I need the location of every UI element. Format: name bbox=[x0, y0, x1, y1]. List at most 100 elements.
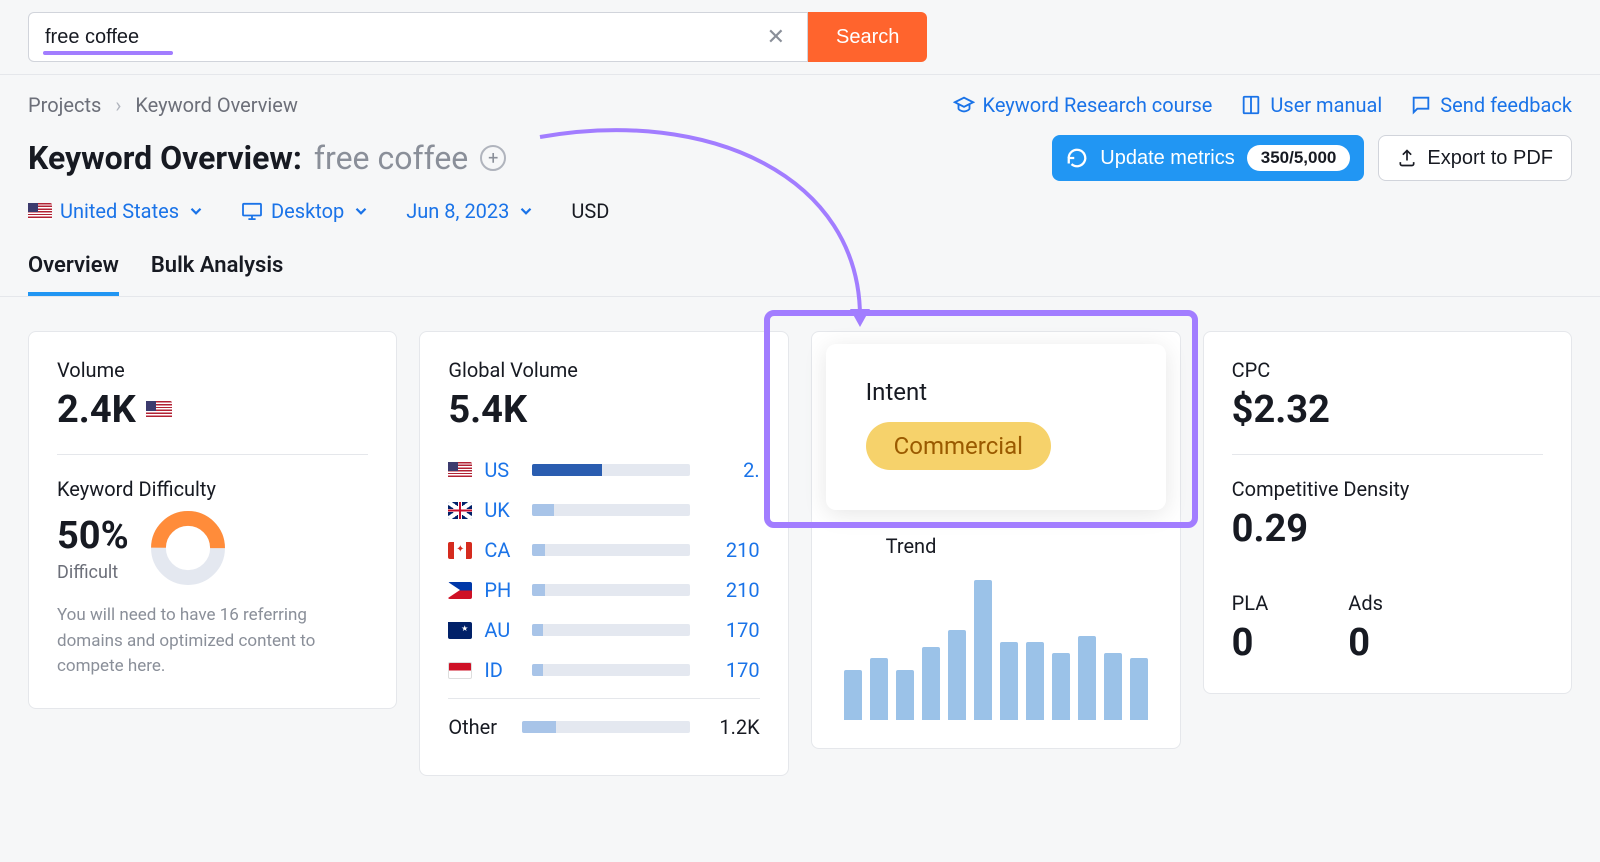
flag-us-icon bbox=[28, 203, 52, 220]
trend-bar bbox=[1052, 653, 1070, 720]
volume-bar bbox=[532, 624, 689, 636]
flag-id-icon bbox=[448, 662, 472, 679]
volume-card: Volume 2.4K Keyword Difficulty 50% Diffi… bbox=[28, 331, 397, 709]
pla-label: PLA bbox=[1232, 591, 1269, 615]
global-volume-row[interactable]: US 2. bbox=[448, 450, 759, 490]
trend-bar bbox=[1104, 653, 1122, 720]
trend-chart bbox=[840, 570, 1152, 720]
intent-panel: Intent Commercial bbox=[826, 344, 1166, 510]
global-volume-label: Global Volume bbox=[448, 358, 759, 382]
cpc-value: $2.32 bbox=[1232, 388, 1543, 432]
clear-icon[interactable]: ✕ bbox=[761, 25, 791, 50]
search-input-wrap[interactable]: ✕ bbox=[28, 12, 808, 62]
chevron-down-icon bbox=[517, 202, 535, 220]
competitive-density-label: Competitive Density bbox=[1232, 477, 1543, 501]
cpc-label: CPC bbox=[1232, 358, 1543, 382]
volume-bar bbox=[532, 544, 689, 556]
trend-label: Trend bbox=[886, 534, 1152, 558]
breadcrumb-root[interactable]: Projects bbox=[28, 93, 101, 117]
cpc-card: CPC $2.32 Competitive Density 0.29 PLA 0… bbox=[1203, 331, 1572, 694]
ads-value: 0 bbox=[1348, 621, 1383, 665]
flag-us-icon bbox=[146, 401, 172, 419]
desktop-icon bbox=[241, 202, 263, 220]
keyword-research-course-link[interactable]: Keyword Research course bbox=[953, 93, 1213, 117]
volume-value: 1.2K bbox=[702, 715, 760, 739]
global-volume-row[interactable]: UK bbox=[448, 490, 759, 530]
country-code: CA bbox=[484, 538, 520, 562]
volume-value: 210 bbox=[702, 538, 760, 562]
update-metrics-button[interactable]: Update metrics 350/5,000 bbox=[1052, 135, 1364, 181]
global-volume-other-row: Other1.2K bbox=[448, 698, 759, 747]
flag-ph-icon bbox=[448, 582, 472, 599]
country-code: PH bbox=[484, 578, 520, 602]
kd-difficulty: Difficult bbox=[57, 562, 129, 583]
chat-icon bbox=[1410, 94, 1432, 116]
export-pdf-button[interactable]: Export to PDF bbox=[1378, 135, 1572, 181]
breadcrumb: Projects › Keyword Overview bbox=[28, 93, 298, 117]
breadcrumb-current: Keyword Overview bbox=[135, 93, 298, 117]
trend-bar bbox=[948, 630, 966, 720]
trend-bar bbox=[896, 670, 914, 720]
kd-value: 50% bbox=[57, 514, 129, 558]
search-highlight-underline bbox=[43, 51, 173, 55]
intent-trend-card: Intent Commercial Trend bbox=[811, 331, 1181, 749]
global-volume-row[interactable]: CA 210 bbox=[448, 530, 759, 570]
global-volume-row[interactable]: AU 170 bbox=[448, 610, 759, 650]
chevron-down-icon bbox=[187, 202, 205, 220]
add-keyword-button[interactable]: + bbox=[480, 145, 506, 171]
send-feedback-link[interactable]: Send feedback bbox=[1410, 93, 1572, 117]
flag-au-icon bbox=[448, 622, 472, 639]
volume-bar bbox=[532, 664, 689, 676]
tab-overview[interactable]: Overview bbox=[28, 243, 119, 296]
user-manual-link[interactable]: User manual bbox=[1240, 93, 1382, 117]
graduation-cap-icon bbox=[953, 94, 975, 116]
volume-bar bbox=[532, 464, 689, 476]
search-input[interactable] bbox=[45, 26, 761, 49]
trend-bar bbox=[1000, 642, 1018, 720]
volume-value: 170 bbox=[702, 618, 760, 642]
intent-value-pill: Commercial bbox=[866, 422, 1051, 470]
global-volume-value: 5.4K bbox=[448, 388, 759, 432]
book-icon bbox=[1240, 94, 1262, 116]
device-filter[interactable]: Desktop bbox=[241, 199, 370, 223]
trend-bar bbox=[974, 580, 992, 720]
volume-value: 170 bbox=[702, 658, 760, 682]
tab-bulk-analysis[interactable]: Bulk Analysis bbox=[151, 243, 284, 296]
page-title-keyword: free coffee bbox=[314, 139, 468, 177]
intent-label: Intent bbox=[866, 378, 1126, 406]
update-metrics-counter: 350/5,000 bbox=[1247, 145, 1351, 171]
trend-bar bbox=[844, 670, 862, 720]
country-filter[interactable]: United States bbox=[28, 199, 205, 223]
flag-us-icon bbox=[448, 462, 472, 479]
upload-icon bbox=[1397, 148, 1417, 168]
page-title-label: Keyword Overview: bbox=[28, 139, 302, 177]
search-button[interactable]: Search bbox=[808, 12, 927, 62]
country-code: AU bbox=[484, 618, 520, 642]
trend-bar bbox=[1026, 642, 1044, 720]
pla-value: 0 bbox=[1232, 621, 1269, 665]
volume-label: Volume bbox=[57, 358, 368, 382]
flag-uk-icon bbox=[448, 502, 472, 519]
trend-bar bbox=[922, 647, 940, 720]
date-filter[interactable]: Jun 8, 2023 bbox=[406, 199, 535, 223]
volume-value: 2.4K bbox=[57, 388, 136, 432]
trend-bar bbox=[870, 658, 888, 720]
trend-bar bbox=[1130, 658, 1148, 720]
kd-donut-chart bbox=[149, 509, 227, 587]
competitive-density-value: 0.29 bbox=[1232, 507, 1543, 551]
trend-bar bbox=[1078, 636, 1096, 720]
volume-value: 2. bbox=[702, 458, 760, 482]
volume-bar bbox=[522, 721, 689, 733]
country-code: ID bbox=[484, 658, 520, 682]
global-volume-row[interactable]: ID 170 bbox=[448, 650, 759, 690]
volume-value: 210 bbox=[702, 578, 760, 602]
kd-label: Keyword Difficulty bbox=[57, 477, 368, 501]
kd-description: You will need to have 16 referring domai… bbox=[57, 603, 368, 680]
country-code: UK bbox=[484, 498, 520, 522]
chevron-right-icon: › bbox=[115, 93, 121, 117]
currency-label: USD bbox=[571, 199, 609, 223]
ads-label: Ads bbox=[1348, 591, 1383, 615]
country-code: US bbox=[484, 458, 520, 482]
chevron-down-icon bbox=[352, 202, 370, 220]
global-volume-row[interactable]: PH 210 bbox=[448, 570, 759, 610]
